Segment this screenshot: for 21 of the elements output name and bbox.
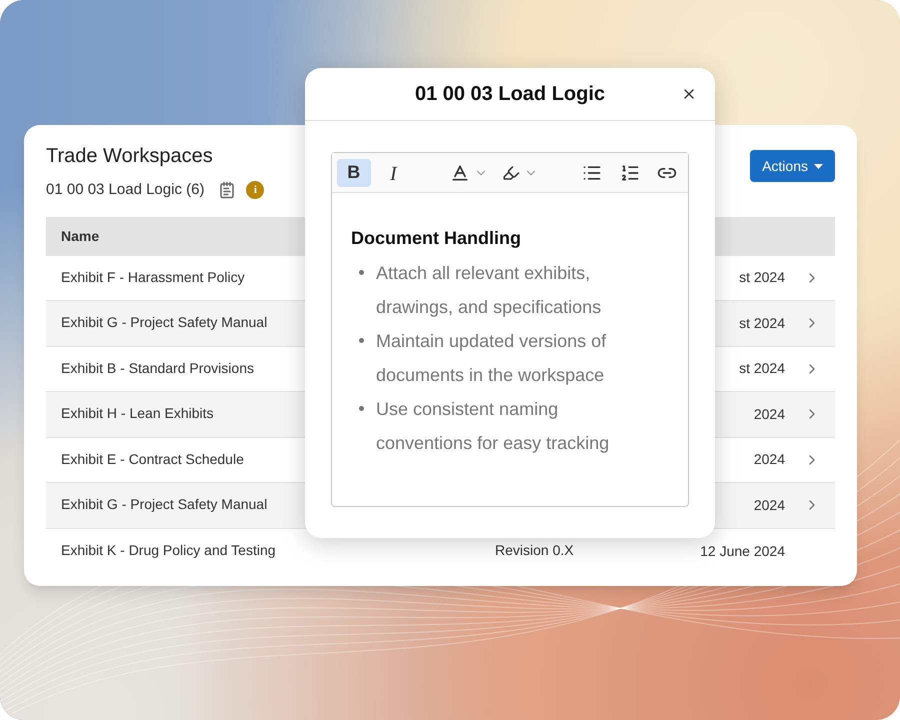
table-cell-text: 2024 — [754, 450, 785, 470]
table-cell-text: st 2024 — [739, 314, 785, 333]
table-cell: Exhibit K - Drug Policy and Testing — [61, 542, 276, 558]
card-title: Trade Workspaces — [46, 144, 214, 169]
table-cell-text: 2024 — [754, 496, 785, 515]
table-cell: Exhibit H - Lean Exhibits — [61, 405, 214, 422]
table-cell-text: 12 June 2024 — [700, 542, 785, 561]
table-cell: Exhibit F - Harassment Policy — [61, 268, 245, 285]
table-cell-text: st 2024 — [739, 359, 785, 378]
modal-title: 01 00 03 Load Logic — [414, 82, 606, 107]
table-cell-text: st 2024 — [739, 268, 785, 288]
table-cell: Exhibit B - Standard Provisions — [61, 360, 254, 376]
bullet-text: Maintain updated versions of documents in the workspace — [376, 330, 608, 387]
table-cell-text: 2024 — [754, 404, 785, 424]
card-subtitle: 01 00 03 Load Logic (6) — [46, 180, 204, 200]
editor-heading: Document Handling — [351, 227, 522, 250]
column-header: Name — [61, 226, 100, 246]
table-cell: Revision 0.X — [495, 542, 574, 558]
table-cell: Exhibit G - Project Safety Manual — [61, 314, 268, 330]
table-cell: Exhibit E - Contract Schedule — [61, 450, 244, 467]
table-cell: Exhibit G - Project Safety Manual — [61, 496, 268, 512]
